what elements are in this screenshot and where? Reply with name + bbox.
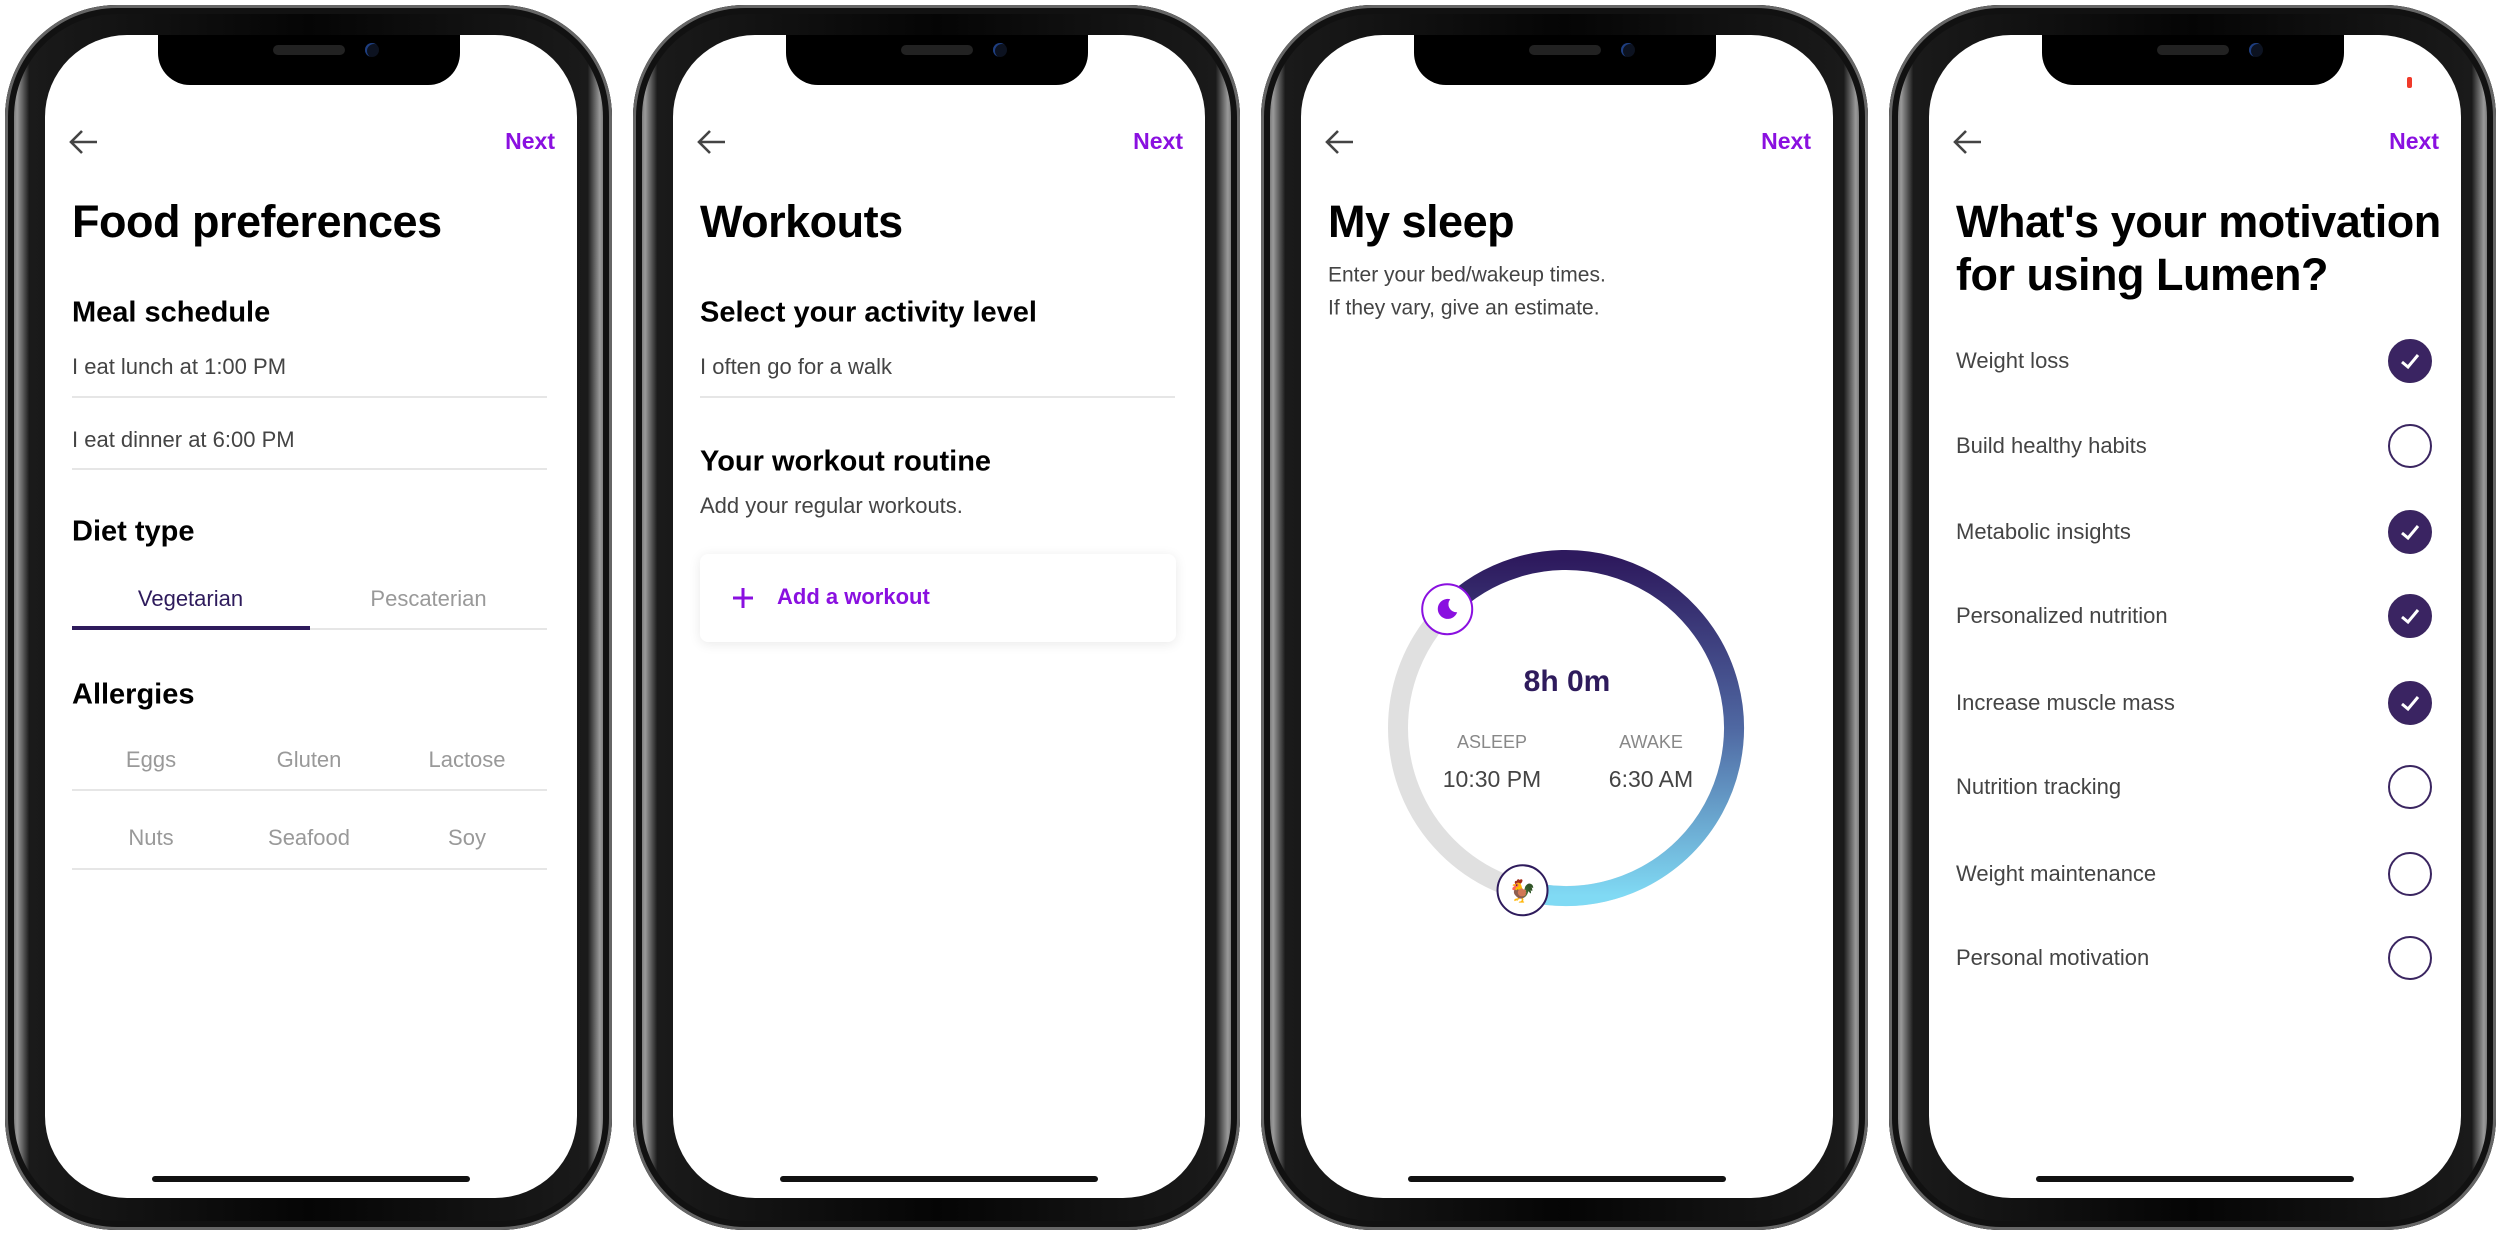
page-title: My sleep (1328, 196, 1515, 247)
screen: Next What's your motivation for using Lu… (1929, 35, 2461, 1198)
divider (72, 468, 547, 470)
option-checkbox[interactable] (2388, 681, 2432, 725)
sleep-duration: 8h 0m (1523, 665, 1611, 698)
option-checkbox[interactable] (2388, 852, 2432, 896)
speaker (901, 45, 973, 55)
option-checkbox[interactable] (2388, 339, 2432, 383)
allergy-gluten[interactable]: Gluten (230, 747, 388, 773)
home-indicator[interactable] (2036, 1176, 2354, 1182)
notch (2042, 35, 2344, 85)
plus-icon (733, 588, 753, 608)
divider (72, 396, 547, 398)
asleep-label: ASLEEP (1456, 732, 1528, 753)
diet-type-heading: Diet type (72, 515, 195, 548)
sleep-arc (1440, 550, 1744, 906)
next-button[interactable]: Next (505, 128, 555, 156)
dinner-time-row[interactable]: I eat dinner at 6:00 PM (72, 427, 295, 453)
check-icon (2401, 525, 2420, 541)
next-button[interactable]: Next (1761, 128, 1811, 156)
tab-vegetarian[interactable]: Vegetarian (72, 586, 309, 612)
speaker (2157, 45, 2229, 55)
allergy-soy[interactable]: Soy (388, 825, 546, 851)
option-checkbox[interactable] (2388, 510, 2432, 554)
notch (786, 35, 1088, 85)
page-title: Workouts (700, 196, 903, 247)
allergy-eggs[interactable]: Eggs (72, 747, 230, 773)
camera (1621, 43, 1635, 57)
check-icon (2401, 609, 2420, 625)
option-checkbox[interactable] (2388, 765, 2432, 809)
allergy-seafood[interactable]: Seafood (230, 825, 388, 851)
arrow-left-icon[interactable] (1953, 129, 1983, 155)
camera (2249, 43, 2263, 57)
next-button[interactable]: Next (1133, 128, 1183, 156)
meal-schedule-heading: Meal schedule (72, 296, 271, 329)
phone-sleep: Next My sleep Enter your bed/wakeup time… (1261, 5, 1868, 1230)
divider (72, 789, 547, 791)
recording-indicator (2407, 77, 2412, 88)
phone-workouts: Next Workouts Select your activity level… (633, 5, 1240, 1230)
home-indicator[interactable] (1408, 1176, 1726, 1182)
routine-subtitle: Add your regular workouts. (700, 492, 963, 518)
speaker (1529, 45, 1601, 55)
add-workout-button[interactable]: Add a workout (700, 554, 1176, 642)
sleep-dial[interactable]: 🐓 (1366, 528, 1766, 928)
asleep-time: 10:30 PM (1442, 766, 1542, 793)
divider (700, 396, 1175, 398)
speaker (273, 45, 345, 55)
screen: Next Workouts Select your activity level… (673, 35, 1205, 1198)
lunch-time-row[interactable]: I eat lunch at 1:00 PM (72, 354, 286, 380)
option-label: Build healthy habits (1956, 432, 2147, 458)
phone-food-preferences: Next Food preferences Meal schedule I ea… (5, 5, 612, 1230)
screen: Next Food preferences Meal schedule I ea… (45, 35, 577, 1198)
option-label: Weight loss (1956, 347, 2070, 373)
option-label: Weight maintenance (1956, 860, 2157, 886)
option-checkbox[interactable] (2388, 936, 2432, 980)
notch (158, 35, 460, 85)
allergy-nuts[interactable]: Nuts (72, 825, 230, 851)
option-checkbox[interactable] (2388, 424, 2432, 468)
notch (1414, 35, 1716, 85)
routine-heading: Your workout routine (700, 445, 992, 478)
arrow-left-icon[interactable] (697, 129, 727, 155)
option-label: Increase muscle mass (1956, 689, 2175, 715)
divider (72, 868, 547, 870)
option-label: Metabolic insights (1956, 518, 2131, 544)
option-checkbox[interactable] (2388, 594, 2432, 638)
subtitle-line: If they vary, give an estimate. (1328, 296, 1600, 320)
page-title-line: for using Lumen? (1956, 249, 2328, 300)
arrow-left-icon[interactable] (1325, 129, 1355, 155)
awake-label: AWAKE (1619, 732, 1683, 753)
check-icon (2401, 696, 2420, 712)
option-label: Personal motivation (1956, 944, 2150, 970)
arrow-left-icon[interactable] (69, 129, 99, 155)
activity-heading: Select your activity level (700, 296, 1037, 329)
screen: Next My sleep Enter your bed/wakeup time… (1301, 35, 1833, 1198)
add-workout-label: Add a workout (777, 583, 930, 609)
allergy-lactose[interactable]: Lactose (388, 747, 546, 773)
option-label: Personalized nutrition (1956, 602, 2168, 628)
check-icon (2401, 354, 2420, 370)
bedtime-handle[interactable] (1421, 583, 1474, 636)
activity-level-select[interactable]: I often go for a walk (700, 354, 892, 380)
home-indicator[interactable] (152, 1176, 470, 1182)
option-label: Nutrition tracking (1956, 773, 2122, 799)
next-button[interactable]: Next (2389, 128, 2439, 156)
rooster-icon: 🐓 (1509, 878, 1536, 904)
page-title-line: What's your motivation (1956, 196, 2441, 247)
page-title: Food preferences (72, 196, 442, 247)
home-indicator[interactable] (780, 1176, 1098, 1182)
subtitle-line: Enter your bed/wakeup times. (1328, 263, 1606, 287)
awake-time: 6:30 AM (1608, 766, 1694, 793)
wake-handle[interactable]: 🐓 (1496, 864, 1549, 917)
tab-pescaterian[interactable]: Pescaterian (310, 586, 547, 612)
camera (365, 43, 379, 57)
phone-motivation: Next What's your motivation for using Lu… (1889, 5, 2496, 1230)
camera (993, 43, 1007, 57)
allergies-heading: Allergies (72, 678, 195, 711)
tab-selected-indicator (72, 626, 310, 630)
